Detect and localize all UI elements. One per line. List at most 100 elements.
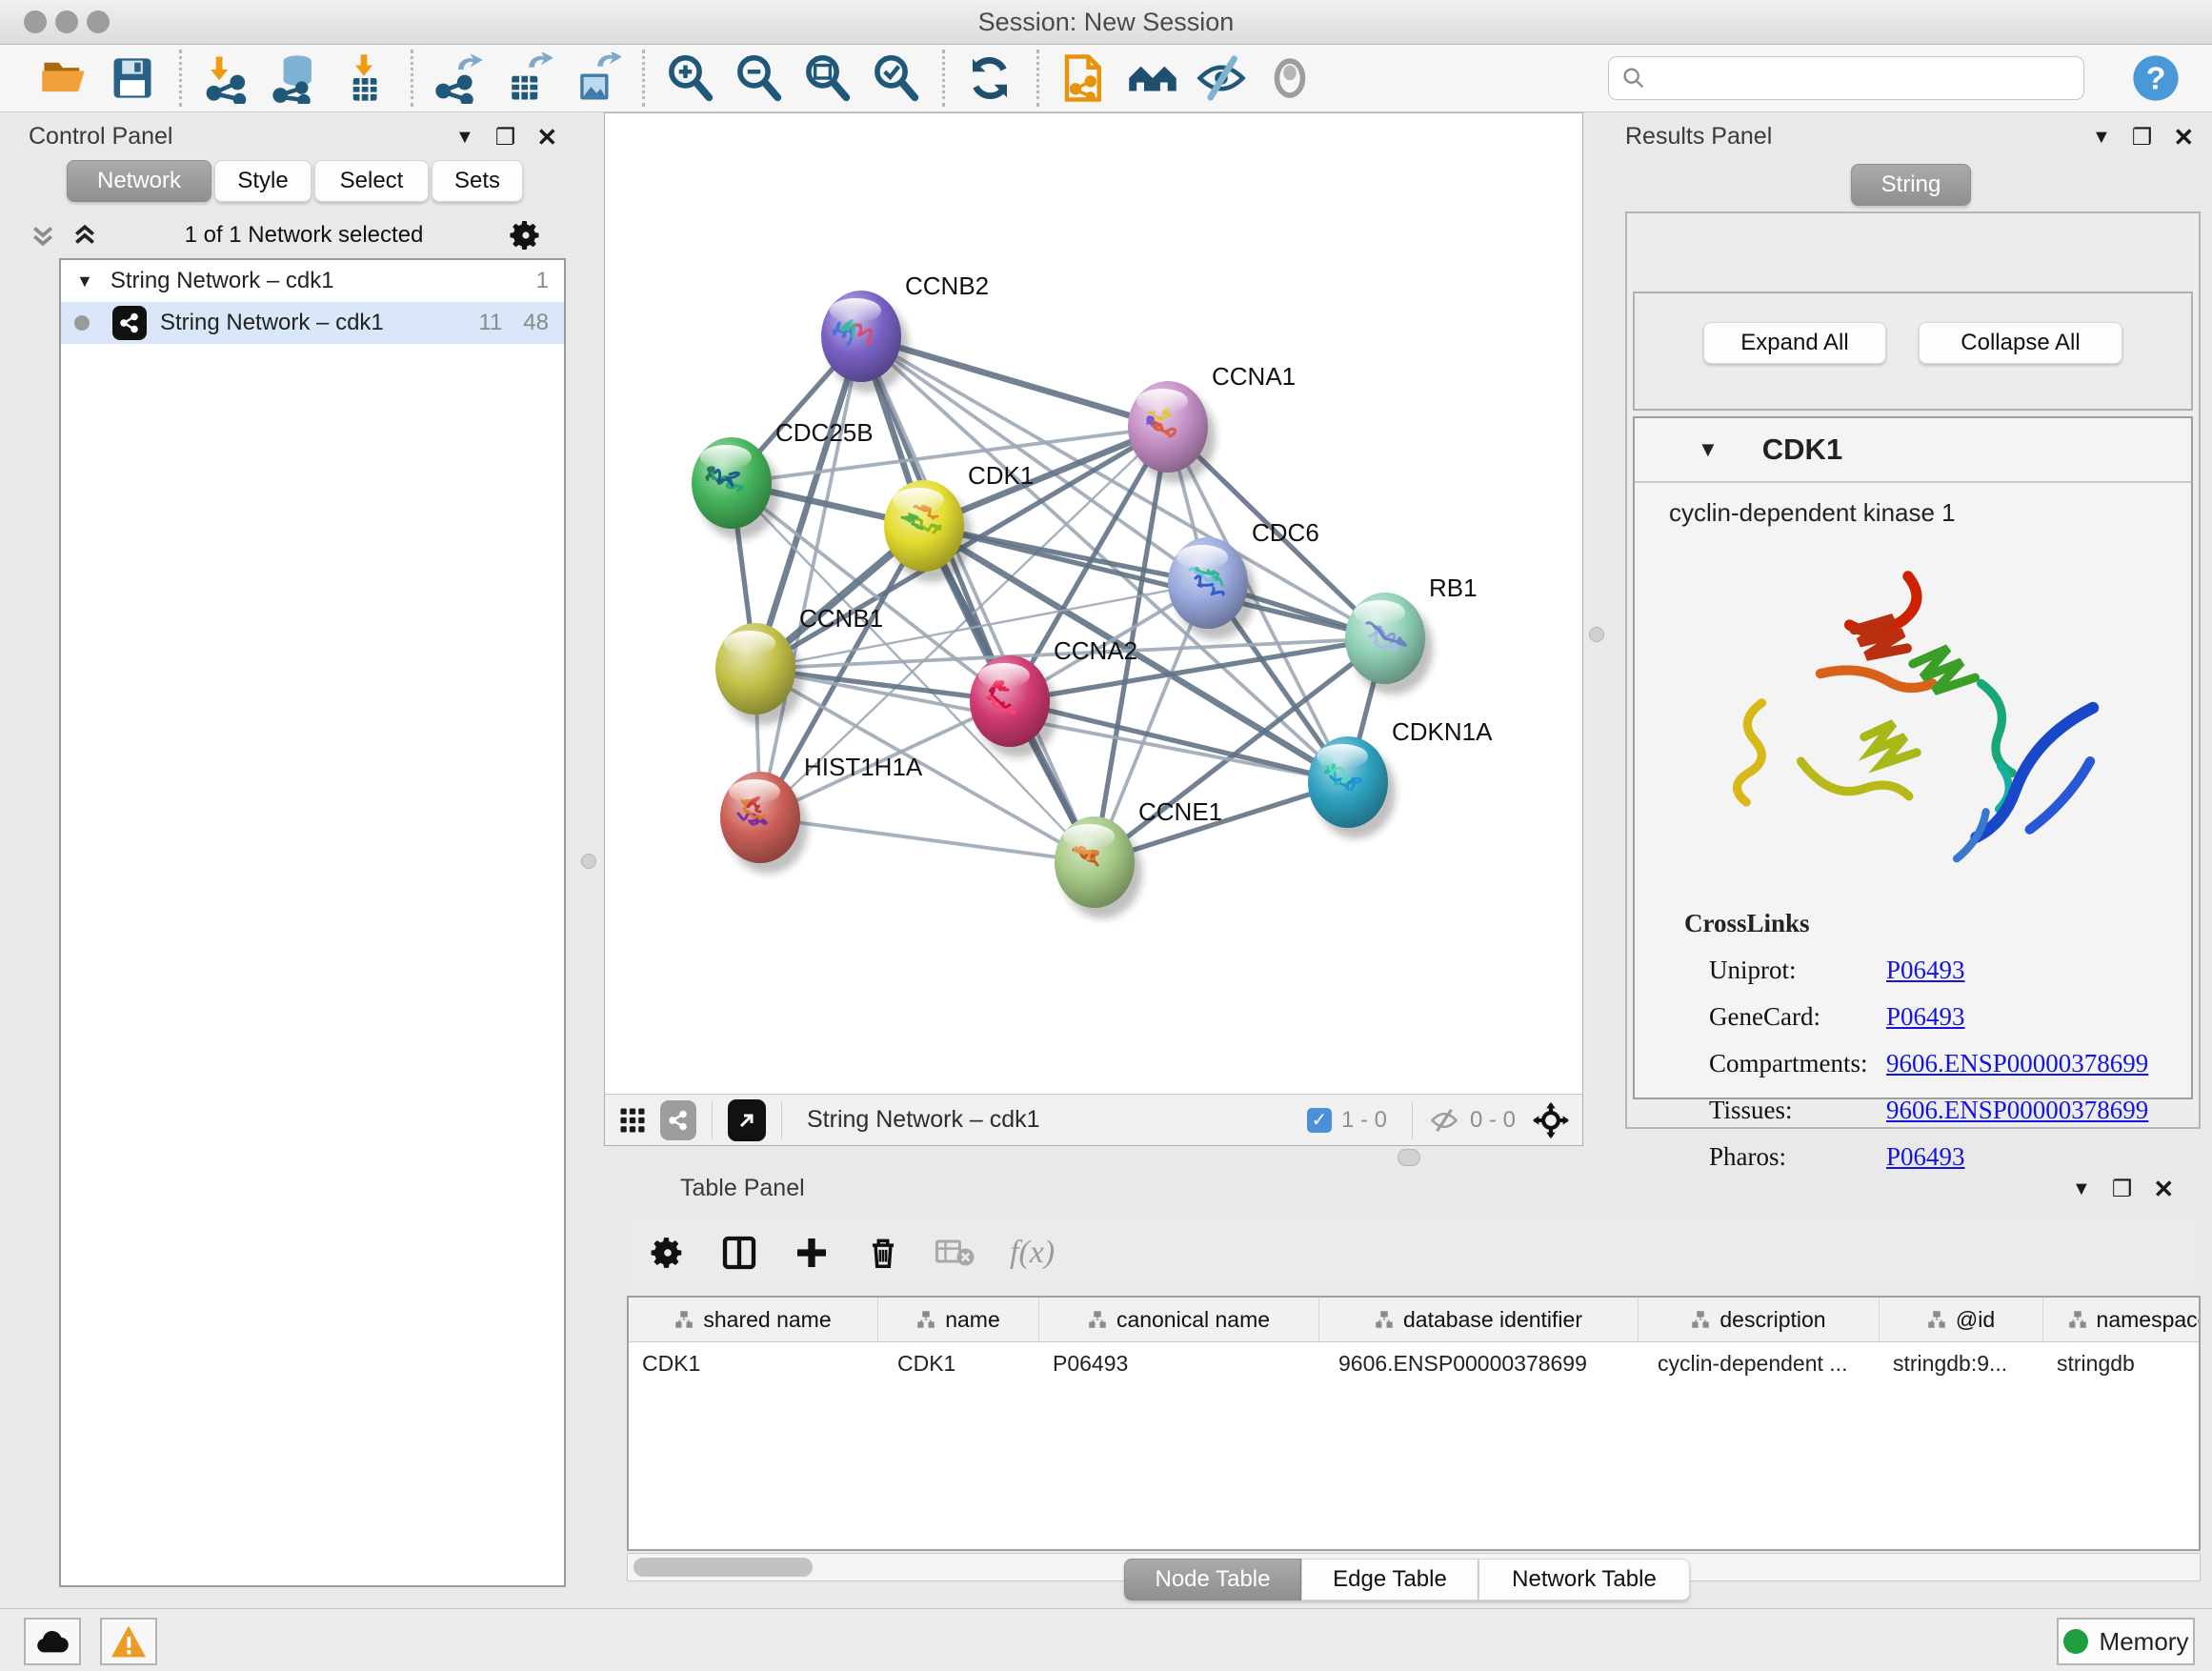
toolbar-separator (642, 50, 645, 107)
tab-string-results[interactable]: String (1851, 164, 1971, 206)
export-image-icon[interactable] (568, 50, 623, 106)
collapse-all-button[interactable]: Collapse All (1919, 322, 2122, 364)
show-columns-icon[interactable] (720, 1234, 758, 1272)
panel-menu-icon[interactable]: ▼ (2072, 1178, 2091, 1200)
network-canvas[interactable]: CCNB2CCNA1CDC25BCDK1CDC6RB1CCNB1CCNA2CDK… (605, 113, 1582, 1094)
node-label-ccna1: CCNA1 (1212, 362, 1296, 391)
entry-description: cyclin-dependent kinase 1 (1669, 498, 2191, 528)
first-neighbors-icon[interactable] (1125, 50, 1180, 106)
panel-close-icon[interactable]: ✕ (2173, 123, 2194, 152)
tab-style[interactable]: Style (214, 160, 312, 202)
column-header-id[interactable]: @id (1880, 1298, 2043, 1341)
tab-network[interactable]: Network (67, 160, 211, 202)
tab-select[interactable]: Select (314, 160, 429, 202)
panel-close-icon[interactable]: ✕ (536, 123, 557, 152)
tree-expander-icon[interactable]: ▼ (76, 272, 93, 292)
network-label: String Network – cdk1 (160, 310, 384, 336)
show-all-icon[interactable] (1262, 50, 1317, 106)
gear-icon[interactable] (509, 218, 543, 252)
open-in-string-icon[interactable] (728, 1099, 766, 1141)
panel-menu-icon[interactable]: ▼ (455, 127, 474, 149)
left-splitter-handle[interactable] (581, 854, 596, 869)
string-view-badge-icon[interactable] (660, 1100, 696, 1140)
import-network-database-icon[interactable] (268, 50, 323, 106)
column-header-database-identifier[interactable]: database identifier (1319, 1298, 1639, 1341)
current-network-name: String Network – cdk1 (807, 1106, 1040, 1134)
network-selection-status: 1 of 1 Network selected (185, 222, 424, 249)
clear-table-icon-disabled[interactable] (935, 1237, 975, 1269)
tab-edge-table[interactable]: Edge Table (1301, 1559, 1478, 1601)
toolbar-separator (942, 50, 945, 107)
network-view-toolbar: String Network – cdk1 ✓ 1 - 0 0 - 0 (605, 1094, 1582, 1145)
add-column-icon[interactable] (793, 1234, 831, 1272)
function-builder-icon-disabled[interactable]: f(x) (1010, 1235, 1055, 1271)
crosslink-label: Tissues: (1684, 1096, 1886, 1125)
column-header-namespace[interactable]: namespace (2043, 1298, 2201, 1341)
main-toolbar: ? (0, 45, 2212, 112)
table-gear-icon[interactable] (650, 1235, 686, 1271)
collapse-all-icon[interactable] (29, 221, 57, 250)
import-network-file-icon[interactable] (199, 50, 254, 106)
network-collection-row[interactable]: ▼ String Network – cdk1 1 (61, 260, 564, 302)
crosslink-compartments[interactable]: 9606.ENSP00000378699 (1886, 1049, 2148, 1078)
panel-float-icon[interactable]: ❐ (2112, 1176, 2133, 1203)
memory-status-icon (2063, 1629, 2088, 1654)
export-table-icon[interactable] (499, 50, 554, 106)
hide-selected-icon[interactable] (1194, 50, 1249, 106)
column-header-name[interactable]: name (878, 1298, 1039, 1341)
crosslink-genecard[interactable]: P06493 (1886, 1002, 1965, 1032)
toolbar-search (1608, 56, 2084, 100)
collection-count: 1 (536, 268, 549, 294)
tab-network-table[interactable]: Network Table (1478, 1559, 1690, 1601)
grid-view-icon[interactable] (618, 1106, 647, 1135)
network-row-selected[interactable]: String Network – cdk1 11 48 (61, 302, 564, 344)
refresh-layout-icon[interactable] (962, 50, 1017, 106)
help-icon[interactable]: ? (2128, 50, 2183, 106)
zoom-selected-icon[interactable] (868, 50, 923, 106)
right-splitter-handle[interactable] (1589, 627, 1604, 642)
open-session-icon[interactable] (36, 50, 91, 106)
tab-sets[interactable]: Sets (432, 160, 523, 202)
column-header-description[interactable]: description (1639, 1298, 1880, 1341)
save-session-icon[interactable] (105, 50, 160, 106)
table-panel-title: Table Panel (680, 1175, 805, 1202)
expand-all-icon[interactable] (70, 221, 99, 250)
table-row[interactable]: CDK1 CDK1 P06493 9606.ENSP00000378699 cy… (629, 1342, 2199, 1384)
node-label-cdkn1a: CDKN1A (1392, 717, 1493, 746)
tab-node-table[interactable]: Node Table (1124, 1559, 1301, 1601)
zoom-out-icon[interactable] (731, 50, 786, 106)
panel-float-icon[interactable]: ❐ (2132, 124, 2153, 151)
scrollbar-thumb[interactable] (633, 1558, 813, 1577)
bottom-splitter-handle[interactable] (1398, 1149, 1420, 1166)
panel-close-icon[interactable]: ✕ (2153, 1175, 2174, 1204)
expand-all-button[interactable]: Expand All (1703, 322, 1886, 364)
crosslinks-title: CrossLinks (1684, 909, 2191, 938)
hidden-eye-icon[interactable] (1428, 1106, 1460, 1135)
results-entry-card: ▼ CDK1 cyclin-dependent kinase 1 (1633, 416, 2193, 1099)
birdseye-navigator-icon[interactable] (1533, 1102, 1569, 1138)
panel-float-icon[interactable]: ❐ (495, 124, 516, 151)
search-icon (1620, 65, 1647, 91)
entry-expander-icon[interactable]: ▼ (1698, 437, 1719, 462)
node-label-ccnb2: CCNB2 (905, 272, 989, 300)
panel-menu-icon[interactable]: ▼ (2092, 127, 2111, 149)
warning-icon (110, 1624, 148, 1659)
zoom-in-icon[interactable] (662, 50, 717, 106)
column-header-shared-name[interactable]: shared name (629, 1298, 878, 1341)
crosslink-tissues[interactable]: 9606.ENSP00000378699 (1886, 1096, 2148, 1125)
selected-checkbox-icon[interactable]: ✓ (1307, 1108, 1332, 1133)
status-bar: Memory (0, 1608, 2212, 1671)
memory-button[interactable]: Memory (2057, 1618, 2195, 1665)
network-from-selection-icon[interactable] (1056, 50, 1112, 106)
warning-button[interactable] (100, 1618, 157, 1665)
crosslink-uniprot[interactable]: P06493 (1886, 956, 1965, 985)
node-label-ccne1: CCNE1 (1138, 797, 1222, 826)
delete-column-icon[interactable] (865, 1234, 901, 1272)
cloud-button[interactable] (24, 1618, 81, 1665)
import-table-icon[interactable] (336, 50, 392, 106)
column-header-canonical-name[interactable]: canonical name (1039, 1298, 1319, 1341)
search-input[interactable] (1647, 64, 2051, 92)
node-table: shared name name canonical name database… (627, 1296, 2201, 1551)
zoom-fit-icon[interactable] (799, 50, 855, 106)
export-network-icon[interactable] (431, 50, 486, 106)
